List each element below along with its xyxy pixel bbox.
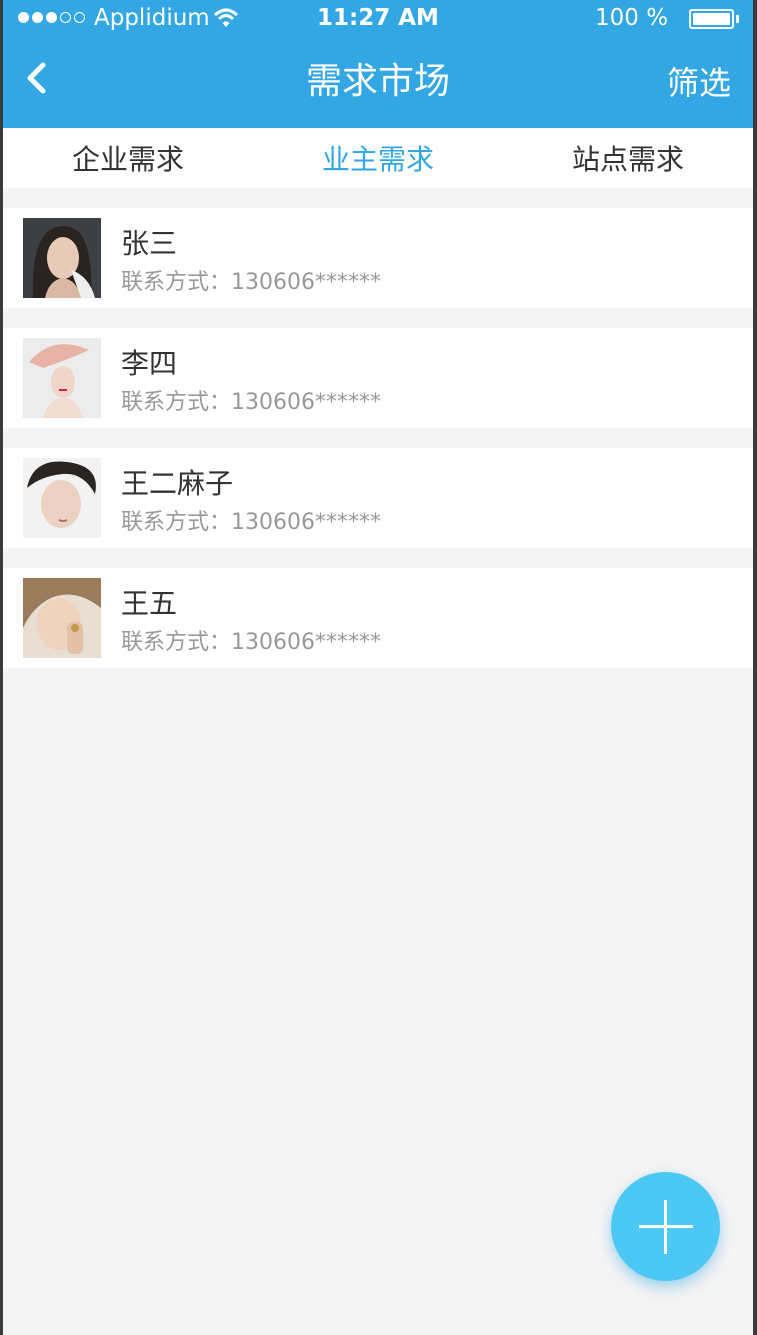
page-title: 需求市场	[305, 61, 450, 102]
contact-info: 联系方式：130606******	[121, 510, 381, 535]
avatar	[23, 458, 101, 538]
add-demand-button[interactable]	[611, 1172, 720, 1281]
contact-name: 张三	[121, 227, 178, 260]
battery-tip	[736, 15, 739, 23]
list-item[interactable]: 李四 联系方式：130606******	[3, 328, 753, 428]
avatar	[23, 338, 101, 418]
battery-percent: 100 %	[595, 5, 669, 31]
app-screen: Applidium 11:27 AM 100 % 需求市场 筛选 企业需求 业主…	[3, 0, 753, 1335]
contact-name: 王五	[121, 587, 178, 620]
list-item[interactable]: 王二麻子 联系方式：130606******	[3, 448, 753, 548]
tab-site-demand[interactable]: 站点需求	[503, 128, 753, 188]
contact-info: 联系方式：130606******	[121, 390, 381, 415]
tab-owner-demand[interactable]: 业主需求	[253, 128, 503, 188]
list-item[interactable]: 王五 联系方式：130606******	[3, 568, 753, 668]
contact-name: 王二麻子	[121, 467, 234, 500]
status-bar: Applidium 11:27 AM 100 %	[3, 0, 753, 40]
header: Applidium 11:27 AM 100 % 需求市场 筛选	[3, 0, 753, 128]
demand-list: 张三 联系方式：130606****** 李四 联系方式：130606*****…	[3, 188, 753, 668]
contact-info: 联系方式：130606******	[121, 270, 381, 295]
tab-enterprise-demand[interactable]: 企业需求	[3, 128, 253, 188]
avatar	[23, 578, 101, 658]
list-item[interactable]: 张三 联系方式：130606******	[3, 208, 753, 308]
contact-info: 联系方式：130606******	[121, 630, 381, 655]
filter-button[interactable]: 筛选	[667, 58, 731, 104]
contact-name: 李四	[121, 347, 178, 380]
avatar	[23, 218, 101, 298]
battery-icon	[689, 9, 734, 29]
tab-bar: 企业需求 业主需求 站点需求	[3, 128, 753, 188]
